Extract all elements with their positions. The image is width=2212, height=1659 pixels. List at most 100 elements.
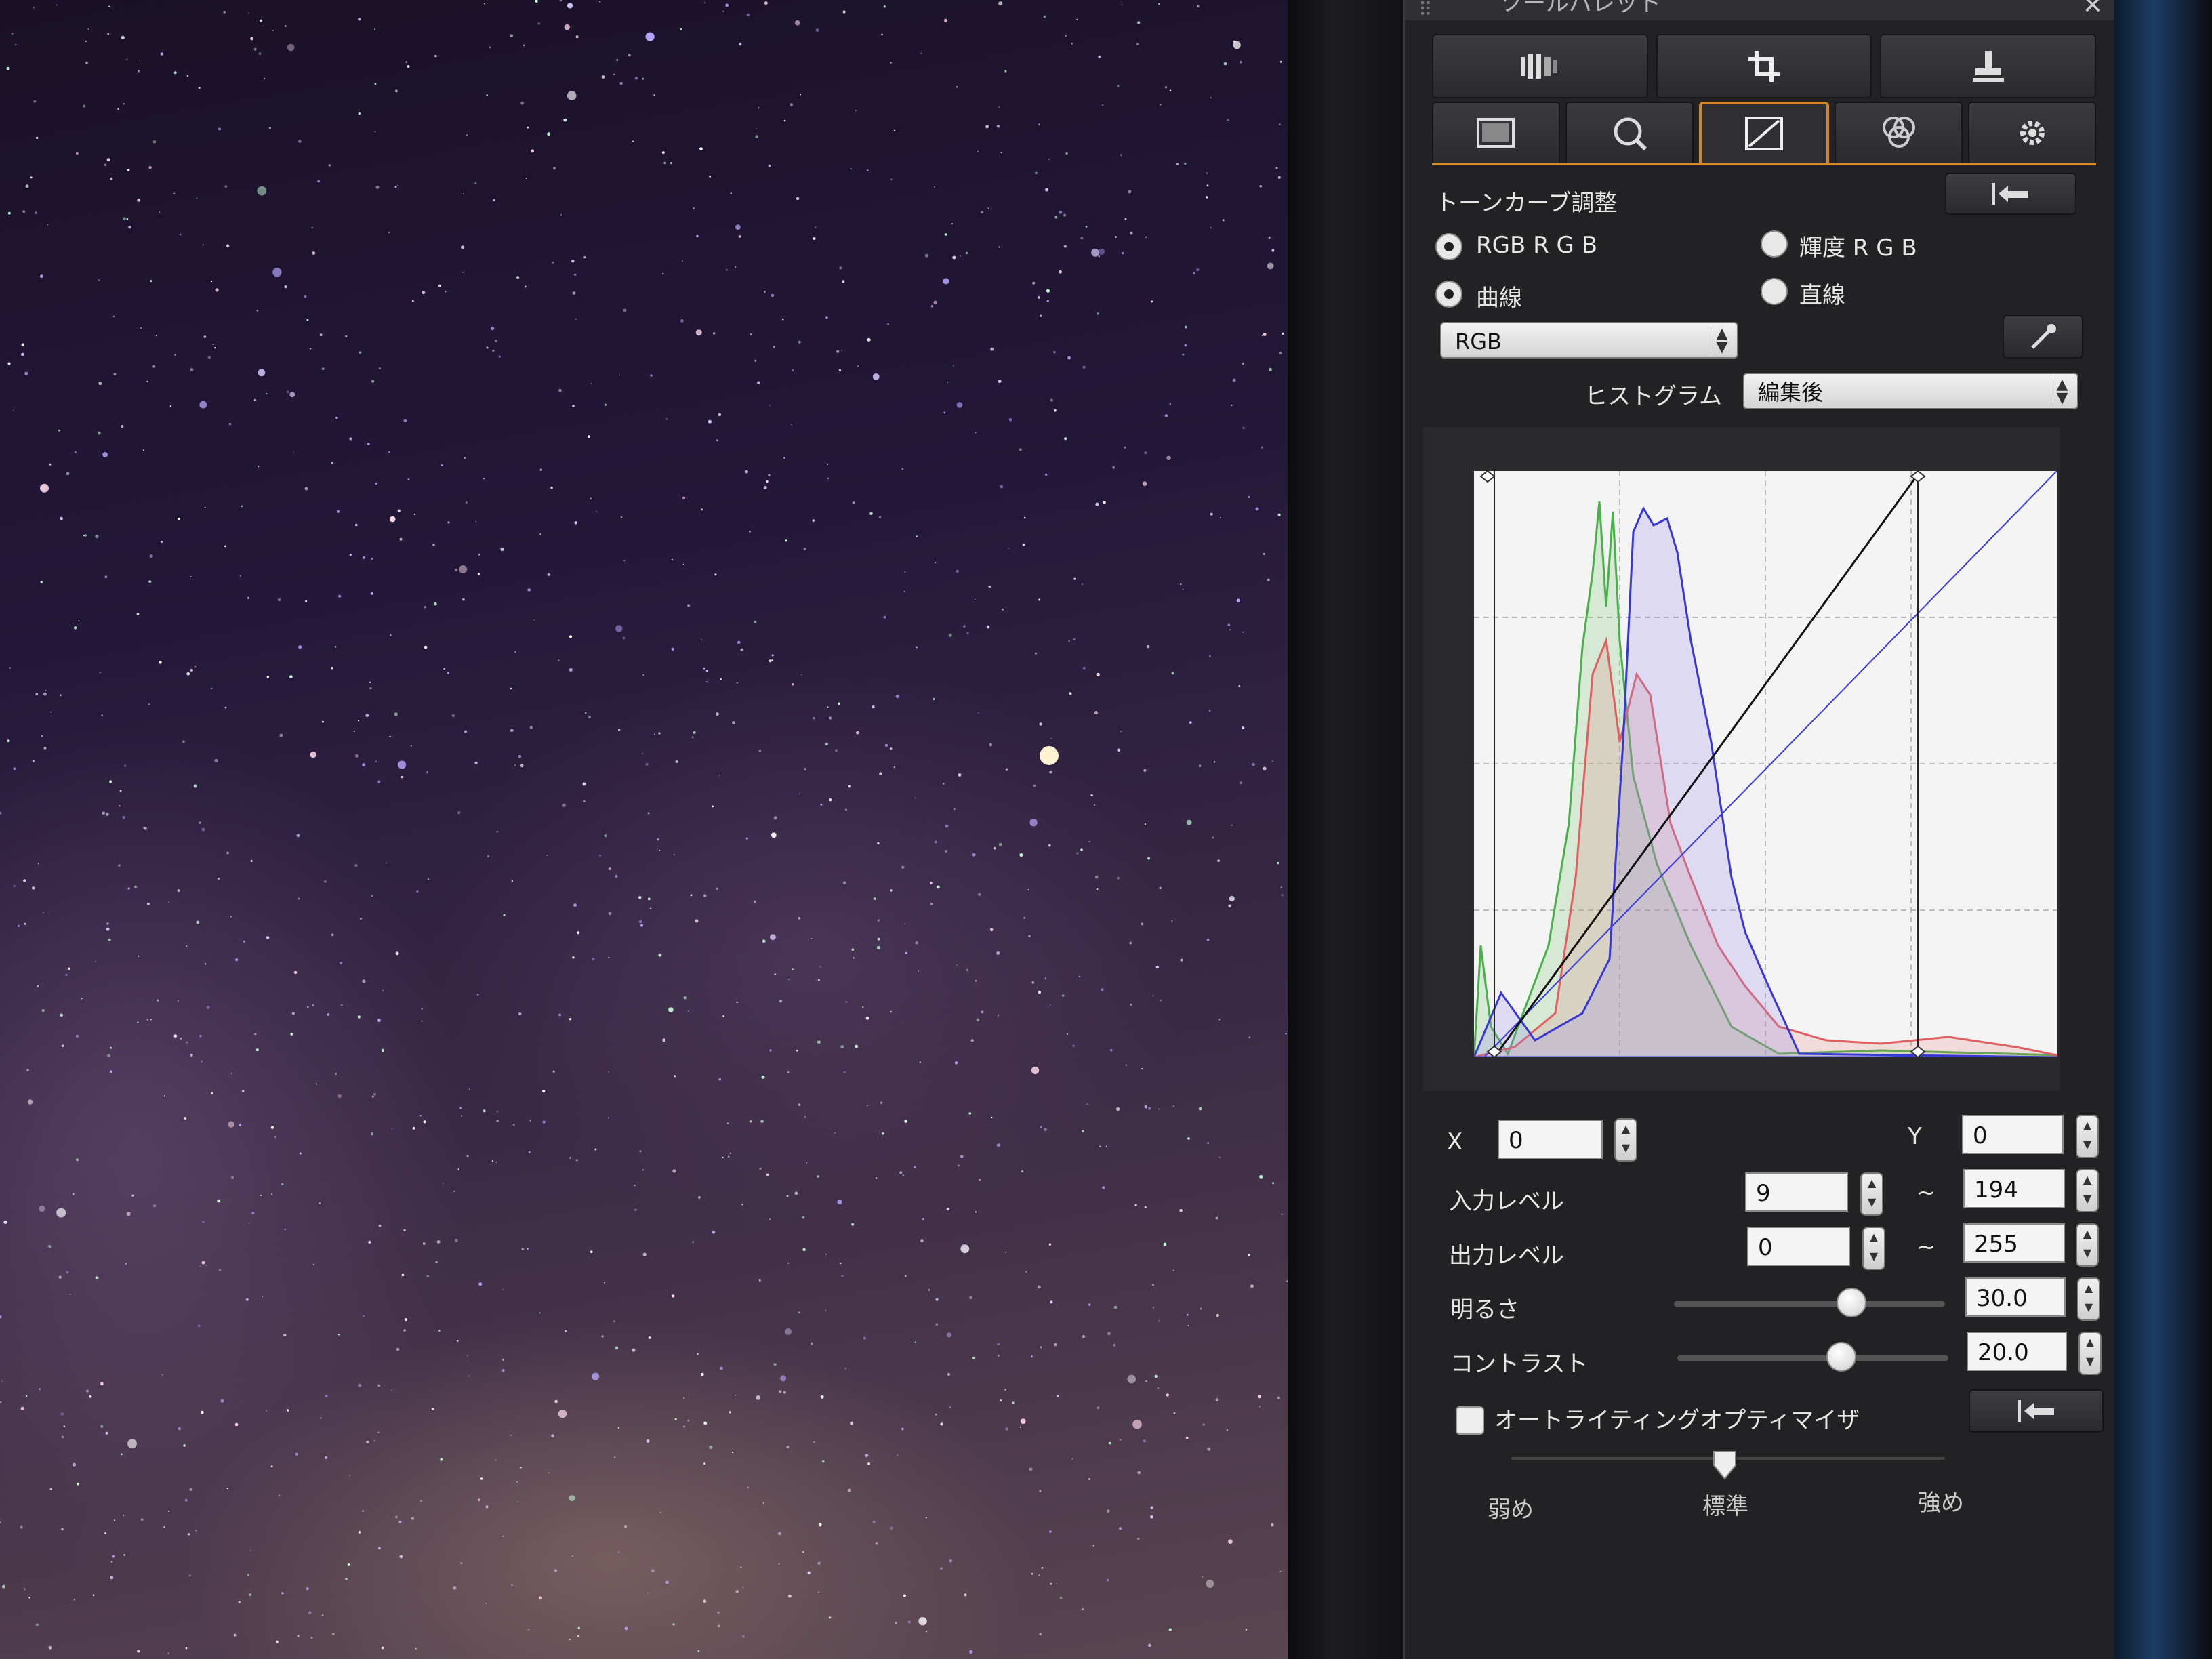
star: [890, 178, 893, 181]
tab-lens-correction[interactable]: [1565, 102, 1694, 163]
alo-slider-thumb[interactable]: [1711, 1450, 1738, 1481]
contrast-slider-thumb[interactable]: [1826, 1342, 1856, 1372]
star: [933, 698, 935, 700]
brightness-slider-thumb[interactable]: [1837, 1288, 1866, 1317]
star: [1, 1584, 5, 1589]
star: [95, 534, 99, 539]
star: [270, 1465, 273, 1468]
close-icon[interactable]: ✕: [2083, 0, 2103, 18]
star: [534, 0, 538, 3]
star: [729, 1152, 732, 1154]
star: [836, 350, 840, 353]
tone-curve-graph[interactable]: [1472, 470, 2058, 1059]
star: [1281, 1213, 1283, 1216]
star: [965, 251, 968, 255]
x-stepper[interactable]: ▲ ▼: [1614, 1118, 1637, 1162]
brightness-slider[interactable]: [1674, 1301, 1945, 1307]
star: [1143, 1439, 1147, 1443]
star: [489, 46, 491, 49]
radio-curve[interactable]: [1435, 281, 1462, 308]
star: [569, 635, 573, 638]
y-stepper[interactable]: ▲ ▼: [2076, 1115, 2099, 1158]
star: [146, 902, 150, 905]
star: [759, 1167, 762, 1170]
output-level-min-input[interactable]: 0: [1747, 1227, 1850, 1266]
tab-settings[interactable]: [1968, 102, 2096, 163]
output-level-max-stepper[interactable]: ▲ ▼: [2076, 1223, 2099, 1267]
star: [1040, 1126, 1042, 1128]
star: [1122, 252, 1124, 255]
star: [516, 276, 520, 279]
star: [483, 1109, 486, 1113]
star: [401, 1276, 403, 1278]
star: [1163, 1242, 1167, 1246]
star: [424, 645, 428, 649]
star: [977, 712, 979, 714]
contrast-stepper[interactable]: ▲ ▼: [2078, 1332, 2102, 1375]
star: [890, 62, 893, 64]
star: [47, 224, 49, 226]
radio-linear[interactable]: [1761, 278, 1788, 305]
star: [327, 1013, 330, 1016]
star: [935, 1298, 939, 1301]
brightness-stepper[interactable]: ▲ ▼: [2077, 1277, 2100, 1321]
tab-tone-curve[interactable]: [1698, 102, 1830, 163]
eyedropper-button[interactable]: [2003, 315, 2083, 359]
star: [573, 903, 577, 907]
star: [714, 573, 717, 576]
stamp-button[interactable]: [1880, 34, 2097, 98]
contrast-input[interactable]: 20.0: [1967, 1332, 2067, 1371]
star: [729, 1411, 731, 1414]
star: [84, 534, 87, 537]
tab-color-adjust[interactable]: [1835, 102, 1963, 163]
output-level-min-stepper[interactable]: ▲ ▼: [1862, 1227, 1885, 1270]
star: [250, 37, 253, 41]
contrast-slider[interactable]: [1677, 1355, 1948, 1361]
alo-checkbox[interactable]: [1456, 1406, 1484, 1435]
palette-title-bar[interactable]: ⠿ ツールパレット ✕: [1405, 0, 2116, 20]
curve-point-top-left[interactable]: [1479, 470, 1496, 483]
star: [1214, 761, 1216, 763]
star: [138, 70, 140, 73]
x-input[interactable]: 0: [1498, 1120, 1603, 1159]
input-level-max-stepper[interactable]: ▲ ▼: [2076, 1169, 2099, 1212]
star: [884, 743, 888, 747]
star: [1063, 245, 1067, 248]
star: [56, 1208, 66, 1218]
star: [730, 192, 732, 194]
star: [363, 1315, 365, 1317]
alo-reset-button[interactable]: [1969, 1389, 2104, 1433]
grip-icon[interactable]: ⠿: [1418, 0, 1433, 20]
tab-picture-style[interactable]: [1432, 102, 1560, 163]
star: [935, 562, 937, 563]
input-level-max-input[interactable]: 194: [1963, 1169, 2065, 1208]
histogram-select[interactable]: 編集後 ▲ ▼: [1743, 373, 2078, 409]
star: [1277, 861, 1279, 865]
star: [1196, 268, 1200, 272]
tone-curve-reset-button[interactable]: [1945, 173, 2076, 215]
star: [587, 435, 590, 438]
star: [184, 1117, 187, 1120]
star: [547, 132, 551, 136]
crop-button[interactable]: [1656, 34, 1872, 98]
star: [1048, 844, 1051, 847]
tool-palette-button[interactable]: [1432, 34, 1648, 98]
star: [852, 501, 855, 504]
tone-curve-canvas[interactable]: [1472, 470, 2058, 1059]
channel-select[interactable]: RGB ▲ ▼: [1440, 322, 1738, 359]
star: [107, 1054, 110, 1058]
star: [800, 94, 802, 96]
output-level-max-input[interactable]: 255: [1963, 1223, 2065, 1263]
star: [131, 1194, 134, 1197]
radio-luminance-mode[interactable]: [1761, 230, 1788, 258]
radio-rgb-mode[interactable]: [1435, 233, 1462, 260]
star: [1080, 848, 1083, 851]
input-level-min-stepper[interactable]: ▲ ▼: [1860, 1172, 1883, 1216]
star: [477, 573, 480, 575]
star: [514, 764, 516, 766]
brightness-input[interactable]: 30.0: [1965, 1277, 2066, 1317]
star: [142, 449, 144, 451]
input-level-min-input[interactable]: 9: [1745, 1172, 1848, 1212]
star: [1281, 894, 1284, 897]
y-input[interactable]: 0: [1962, 1115, 2064, 1154]
